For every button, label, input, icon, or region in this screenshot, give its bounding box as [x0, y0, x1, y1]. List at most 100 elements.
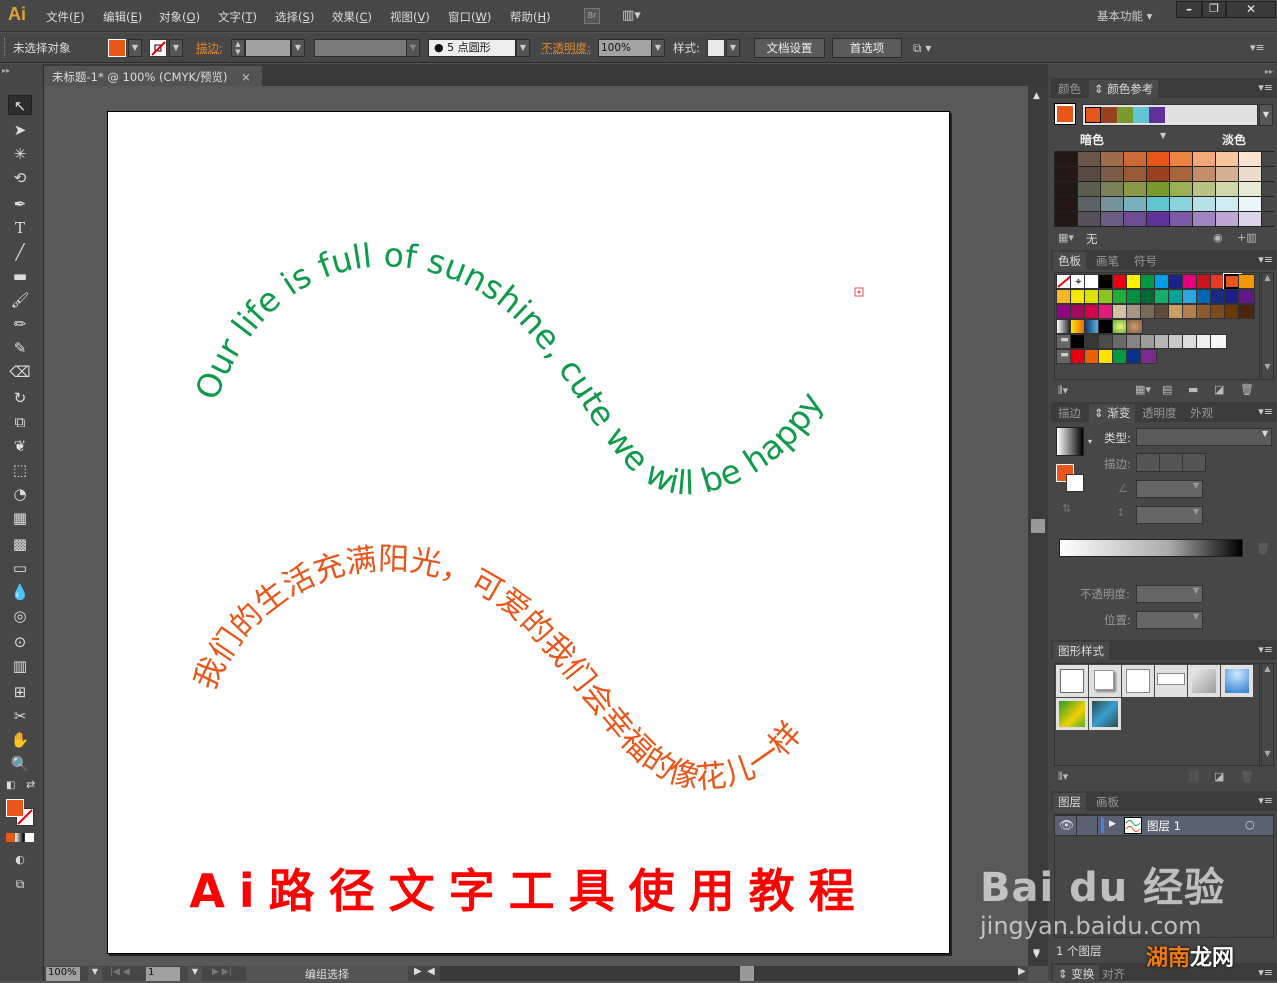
close-window-button[interactable]: ✕: [1226, 1, 1276, 18]
color-variation[interactable]: [1147, 197, 1169, 211]
edit-colors-icon[interactable]: ◉: [1213, 231, 1223, 244]
eyedropper-tool-icon[interactable]: 💧: [8, 582, 32, 602]
brush-dropdown[interactable]: ▼: [516, 39, 530, 57]
free-transform-tool-icon[interactable]: ⬚: [8, 460, 32, 480]
brush-definition[interactable]: ● 5 点圆形: [428, 39, 516, 57]
scroll-up-icon[interactable]: ▲: [1033, 91, 1040, 101]
gradient-opacity-select[interactable]: ▼: [1136, 585, 1203, 603]
menu-item[interactable]: 效果(C): [332, 9, 372, 25]
gradient-slider[interactable]: [1059, 539, 1243, 557]
color-variation[interactable]: [1216, 167, 1238, 181]
color-swatch[interactable]: [1238, 274, 1255, 289]
column-graph-tool-icon[interactable]: ▥: [8, 656, 32, 676]
color-variation[interactable]: [1147, 167, 1169, 181]
stroke-weight-input[interactable]: [245, 39, 291, 57]
gradient-position-select[interactable]: ▼: [1136, 611, 1203, 629]
color-variation[interactable]: [1239, 152, 1261, 166]
color-variation[interactable]: [1078, 197, 1100, 211]
gradient-along-stroke-icon[interactable]: [1160, 454, 1183, 471]
color-variation[interactable]: [1055, 182, 1077, 196]
delete-graphic-style-icon[interactable]: 🗑: [1240, 770, 1254, 783]
eraser-tool-icon[interactable]: ⌫: [8, 362, 32, 382]
base-color-swatch[interactable]: [1054, 103, 1076, 125]
drawing-modes-icon[interactable]: ◐: [8, 850, 32, 870]
color-variation[interactable]: [1216, 152, 1238, 166]
harmony-dropdown[interactable]: ▼: [1259, 104, 1273, 126]
visibility-eye-icon[interactable]: 👁: [1059, 818, 1074, 832]
scale-tool-icon[interactable]: ⧉: [8, 412, 32, 432]
vertical-scroll-thumb[interactable]: [1031, 519, 1045, 533]
swatch-libraries-icon[interactable]: ⫴▾: [1058, 384, 1068, 398]
minimize-button[interactable]: –: [1176, 1, 1202, 18]
color-variation[interactable]: [1055, 167, 1077, 181]
gradient-type-select[interactable]: ▼: [1136, 428, 1272, 446]
color-mode-buttons[interactable]: [6, 833, 34, 842]
variation-dropdown[interactable]: ▼: [1160, 131, 1166, 140]
new-graphic-style-icon[interactable]: ◪: [1214, 770, 1224, 783]
pencil-tool-icon[interactable]: ✏: [8, 314, 32, 334]
opacity-input[interactable]: 100%: [598, 39, 652, 57]
layers-scroll-down-icon[interactable]: ▼: [1033, 948, 1040, 958]
panel-menu-icon[interactable]: ▾≡: [1258, 643, 1273, 656]
mesh-tool-icon[interactable]: ▩: [8, 534, 32, 554]
harmony-color[interactable]: [1133, 107, 1149, 123]
gradient-preview[interactable]: [1056, 427, 1084, 456]
tab-transparency[interactable]: 透明度: [1137, 404, 1182, 422]
harmony-color[interactable]: [1101, 107, 1117, 123]
color-variation[interactable]: [1170, 167, 1192, 181]
stroke-color-swatch[interactable]: [149, 39, 167, 57]
tab-brushes[interactable]: 画笔: [1091, 252, 1124, 270]
gradient-stroke-swatch[interactable]: [1066, 474, 1084, 492]
horizontal-scroll-left-icon[interactable]: ◀: [427, 966, 435, 977]
color-variation[interactable]: [1124, 152, 1146, 166]
expand-layer-icon[interactable]: ▶: [1109, 819, 1116, 829]
swatch-options-icon[interactable]: ▤: [1162, 383, 1172, 396]
tab-graphic-styles[interactable]: 图形样式: [1053, 642, 1109, 660]
color-variation[interactable]: [1239, 212, 1261, 226]
gradient-tool-icon[interactable]: ▭: [8, 558, 32, 578]
fill-color-swatch[interactable]: [108, 39, 126, 57]
next-artboard-icon[interactable]: ▶ ▶|: [212, 967, 232, 977]
layer-row[interactable]: 👁 ▶ 图层 1 ○: [1054, 815, 1274, 836]
style-blue-pattern[interactable]: [1089, 698, 1121, 730]
opacity-dropdown[interactable]: ▼: [651, 39, 665, 57]
save-color-group-icon[interactable]: +▥: [1237, 231, 1257, 244]
first-artboard-icon[interactable]: |◀ ◀: [110, 967, 130, 977]
color-variation[interactable]: [1101, 167, 1123, 181]
blob-brush-tool-icon[interactable]: ✎: [8, 338, 32, 358]
tab-symbols[interactable]: 符号: [1129, 252, 1162, 270]
zoom-tool-icon[interactable]: 🔍: [8, 754, 32, 774]
color-variation[interactable]: [1170, 197, 1192, 211]
color-variation[interactable]: [1124, 182, 1146, 196]
style-default[interactable]: [1056, 665, 1088, 697]
graphic-style-swatch[interactable]: [707, 39, 725, 57]
menu-item[interactable]: 视图(V): [390, 9, 430, 25]
horizontal-scroll-right-icon[interactable]: ▶: [1018, 966, 1026, 977]
control-bar-menu-icon[interactable]: ▾≡: [1250, 41, 1265, 54]
color-variation[interactable]: [1193, 152, 1215, 166]
bridge-button[interactable]: Br: [584, 8, 600, 24]
color-variation[interactable]: [1147, 152, 1169, 166]
chinese-path-text[interactable]: 我们的生活充满阳光，可爱的我们会幸福的像花儿一样: [187, 541, 809, 796]
tab-color-guide[interactable]: ⇕ 颜色参考: [1089, 80, 1159, 98]
selection-tool-icon[interactable]: ↖: [8, 95, 32, 115]
collapse-toolbar-icon[interactable]: ▸▸: [2, 66, 10, 75]
limit-to-library-icon[interactable]: ▦▾: [1058, 231, 1074, 244]
stroke-gradient-options[interactable]: [1136, 453, 1206, 472]
profile-dropdown[interactable]: ▼: [406, 39, 420, 57]
horizontal-scrollbar[interactable]: [440, 966, 1018, 981]
vertical-scrollbar[interactable]: ▲ ▼: [1028, 86, 1048, 966]
warp-tool-icon[interactable]: ❦: [8, 436, 32, 456]
blend-tool-icon[interactable]: ◎: [8, 606, 32, 626]
artboard[interactable]: Our life is full of sunshine, cute we wi…: [107, 111, 950, 954]
new-swatch-icon[interactable]: ◪: [1214, 383, 1224, 396]
stroke-label[interactable]: 描边:: [196, 40, 223, 56]
delete-swatch-icon[interactable]: 🗑: [1240, 383, 1254, 396]
color-variation[interactable]: [1193, 197, 1215, 211]
color-variation[interactable]: [1216, 197, 1238, 211]
symbol-sprayer-tool-icon[interactable]: ⊙: [8, 632, 32, 652]
gradient-angle-select[interactable]: ▼: [1136, 480, 1203, 498]
arrange-documents-button[interactable]: ▥▾: [622, 8, 650, 24]
pen-tool-icon[interactable]: ✒: [8, 194, 32, 214]
variable-width-profile[interactable]: [314, 39, 408, 57]
